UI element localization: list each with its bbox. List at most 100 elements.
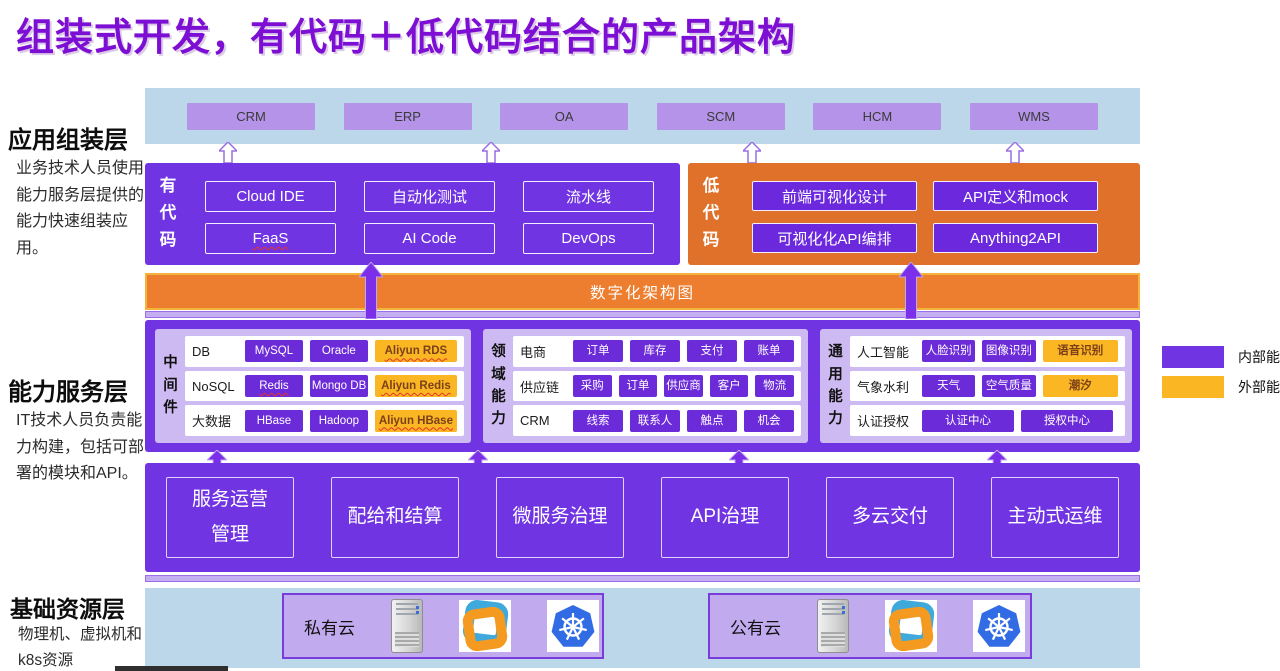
service-box-billing: 配给和结算	[331, 477, 459, 558]
server-led	[842, 611, 845, 614]
row-category: 大数据	[192, 411, 238, 430]
slide-canvas: 组装式开发，有代码＋低代码结合的产品架构 应用组装层 业务技术人员使用能力服务层…	[0, 0, 1280, 671]
general-capability-box: 通用能力 人工智能 人脸识别 图像识别 语音识别 气象水利 天气 空气质量 潮汐…	[820, 329, 1132, 443]
capability-tag: 空气质量	[982, 375, 1035, 397]
server-led	[416, 606, 419, 609]
capability-row: 电商 订单 库存 支付 账单	[513, 336, 801, 367]
pro-code-item-label: AI Code	[402, 230, 456, 247]
platform-services-band: 服务运营管理 配给和结算 微服务治理 API治理 多云交付 主动式运维	[145, 463, 1140, 572]
legend-external: 外部能力	[1162, 376, 1280, 398]
server-slot	[396, 613, 418, 615]
server-vent	[395, 632, 419, 647]
kubernetes-icon	[973, 600, 1025, 652]
app-chip-wms: WMS	[970, 103, 1098, 130]
pro-code-item-label: FaaS	[253, 230, 289, 247]
pro-code-item-pipeline: 流水线	[523, 181, 654, 212]
application-band: CRM ERP OA SCM HCM WMS	[145, 88, 1140, 144]
domain-capability-box: 领域能力 电商 订单 库存 支付 账单 供应链 采购 订单 供应商 客户 物流	[483, 329, 808, 443]
capability-tag: MySQL	[245, 340, 303, 362]
pro-code-grid: Cloud IDE 自动化测试 流水线 FaaS AI Code DevOps	[205, 181, 654, 254]
bottom-edge-strip	[115, 666, 228, 671]
pro-code-item-devops: DevOps	[523, 223, 654, 254]
capability-tag: 库存	[630, 340, 680, 362]
middleware-rows: DB MySQL Oracle Aliyun RDS NoSQL Redis M…	[185, 336, 464, 436]
pro-code-block: 有代码 Cloud IDE 自动化测试 流水线 FaaS AI Code Dev…	[145, 163, 680, 265]
capability-tag-external: 语音识别	[1043, 340, 1118, 362]
capability-tag: 授权中心	[1021, 410, 1113, 432]
server-led	[416, 611, 419, 614]
up-arrow-outline-icon	[482, 142, 500, 163]
infrastructure-band: 私有云	[145, 588, 1140, 668]
legend-external-swatch	[1162, 376, 1224, 398]
private-cloud-label: 私有云	[304, 614, 355, 639]
capability-row: DB MySQL Oracle Aliyun RDS	[185, 336, 464, 367]
legend-internal: 内部能力	[1162, 346, 1280, 368]
layer-desc-capability: IT技术人员负责能力构建，包括可部署的模块和API。	[16, 408, 148, 488]
capability-row: 供应链 采购 订单 供应商 客户 物流	[513, 371, 801, 402]
capability-tag: HBase	[245, 410, 303, 432]
row-category: 电商	[520, 342, 566, 361]
low-code-grid: 前端可视化设计 API定义和mock 可视化化API编排 Anything2AP…	[752, 181, 1098, 253]
server-slot	[396, 608, 418, 610]
up-arrow-filled-icon	[359, 262, 383, 319]
digital-architecture-bar: 数字化架构图	[145, 273, 1140, 310]
capability-tag: 人脸识别	[922, 340, 975, 362]
pro-code-item-faas: FaaS	[205, 223, 336, 254]
divider-strip	[145, 311, 1140, 318]
row-category: NoSQL	[192, 379, 238, 394]
app-chip-hcm: HCM	[813, 103, 941, 130]
domain-capability-rows: 电商 订单 库存 支付 账单 供应链 采购 订单 供应商 客户 物流 CRM 线…	[513, 336, 801, 436]
capability-tag: 订单	[619, 375, 658, 397]
layer-heading-infrastructure: 基础资源层	[10, 590, 125, 624]
capability-row: 人工智能 人脸识别 图像识别 语音识别	[850, 336, 1125, 367]
capability-tag-external: 潮汐	[1043, 375, 1118, 397]
general-capability-vertical-label: 通用能力	[827, 341, 844, 431]
app-chip-scm: SCM	[657, 103, 785, 130]
row-category: DB	[192, 344, 238, 359]
capability-tag: 机会	[744, 410, 794, 432]
row-category: 认证授权	[857, 411, 915, 430]
capability-tag-external: Aliyun Redis	[375, 375, 457, 397]
capability-tag: 线索	[573, 410, 623, 432]
middleware-box: 中间件 DB MySQL Oracle Aliyun RDS NoSQL Red…	[155, 329, 471, 443]
vmware-icon	[459, 600, 511, 652]
capability-tag: 供应商	[664, 375, 703, 397]
legend-external-label: 外部能力	[1238, 377, 1280, 397]
service-box-operation: 服务运营管理	[166, 477, 294, 558]
public-cloud-box: 公有云	[708, 593, 1032, 659]
low-code-vertical-label: 低代码	[702, 173, 720, 255]
up-arrow-filled-icon	[899, 262, 923, 319]
legend-internal-swatch	[1162, 346, 1224, 368]
capability-tag: 订单	[573, 340, 623, 362]
row-category: 供应链	[520, 377, 566, 396]
service-box-label: 服务运营管理	[189, 483, 271, 551]
vmware-icon	[885, 600, 937, 652]
capability-tag: 物流	[755, 375, 794, 397]
capability-tag-external: Aliyun RDS	[375, 340, 457, 362]
low-code-item-anything2api: Anything2API	[933, 223, 1098, 253]
server-slot	[396, 603, 418, 605]
server-led	[842, 606, 845, 609]
server-icon	[817, 599, 849, 653]
capability-service-band: 中间件 DB MySQL Oracle Aliyun RDS NoSQL Red…	[145, 320, 1140, 452]
up-arrow-outline-icon	[219, 142, 237, 163]
low-code-item-frontend-design: 前端可视化设计	[752, 181, 917, 211]
domain-capability-vertical-label: 领域能力	[490, 341, 507, 431]
pro-code-vertical-label: 有代码	[159, 173, 177, 255]
capability-tag: 采购	[573, 375, 612, 397]
low-code-item-api-mock: API定义和mock	[933, 181, 1098, 211]
server-vent	[821, 632, 845, 647]
low-code-item-api-orchestration: 可视化化API编排	[752, 223, 917, 253]
low-code-block: 低代码 前端可视化设计 API定义和mock 可视化化API编排 Anythin…	[688, 163, 1140, 265]
capability-tag: 客户	[710, 375, 749, 397]
service-box-microservice-governance: 微服务治理	[496, 477, 624, 558]
layer-desc-infrastructure: 物理机、虚拟机和k8s资源	[18, 622, 144, 671]
public-cloud-label: 公有云	[730, 614, 781, 639]
app-chip-erp: ERP	[344, 103, 472, 130]
legend-internal-label: 内部能力	[1238, 347, 1280, 367]
pro-code-item-label: 流水线	[566, 186, 611, 207]
capability-tag: Mongo DB	[310, 375, 368, 397]
private-cloud-box: 私有云	[282, 593, 604, 659]
capability-row: 认证授权 认证中心 授权中心	[850, 405, 1125, 436]
kubernetes-icon	[547, 600, 599, 652]
